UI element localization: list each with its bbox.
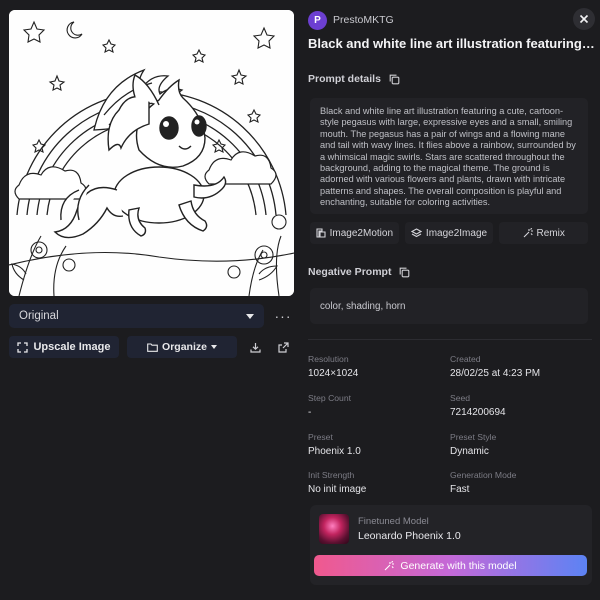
step-count-key: Step Count bbox=[308, 393, 351, 403]
version-select[interactable]: Original bbox=[9, 304, 264, 328]
chevron-down-icon bbox=[210, 345, 217, 349]
preset-field: Preset Phoenix 1.0 bbox=[308, 432, 448, 457]
copy-icon[interactable] bbox=[389, 74, 400, 85]
more-horizontal-icon: ··· bbox=[274, 308, 292, 324]
prompt-actions: Image2Motion Image2Image Remix bbox=[310, 222, 589, 244]
page-title: Black and white line art illustration fe… bbox=[308, 36, 596, 51]
preset-key: Preset bbox=[308, 432, 333, 442]
external-link-icon bbox=[277, 341, 289, 353]
seed-field: Seed 7214200694 bbox=[450, 393, 590, 418]
resolution-key: Resolution bbox=[308, 354, 349, 364]
image-panel: Original ··· Upscale Image Organize bbox=[0, 0, 300, 600]
model-thumbnail bbox=[319, 514, 349, 544]
resolution-field: Resolution 1024×1024 bbox=[308, 354, 448, 379]
organize-label: Organize bbox=[162, 341, 207, 353]
open-external-button[interactable] bbox=[273, 337, 293, 357]
model-kicker: Finetuned Model bbox=[358, 516, 429, 527]
close-button[interactable] bbox=[573, 8, 595, 30]
version-select-value: Original bbox=[19, 310, 59, 322]
negative-prompt-heading: Negative Prompt bbox=[308, 266, 410, 278]
upscale-image-label: Upscale Image bbox=[33, 341, 111, 353]
preset-style-key: Preset Style bbox=[450, 432, 497, 442]
preset-style-value: Dynamic bbox=[450, 446, 489, 457]
seed-key: Seed bbox=[450, 393, 471, 403]
upscale-icon bbox=[17, 341, 29, 353]
prompt-text-box: Black and white line art illustration fe… bbox=[310, 98, 588, 214]
init-strength-key: Init Strength bbox=[308, 470, 355, 480]
generated-image[interactable] bbox=[9, 10, 294, 296]
folder-icon bbox=[147, 342, 158, 352]
layers-icon bbox=[410, 228, 422, 238]
created-field: Created 28/02/25 at 4:23 PM bbox=[450, 354, 590, 379]
pegasus-line-art bbox=[9, 10, 294, 296]
resolution-value: 1024×1024 bbox=[308, 368, 359, 379]
prompt-details-heading: Prompt details bbox=[308, 73, 400, 85]
magic-wand-icon bbox=[523, 228, 533, 238]
seed-value: 7214200694 bbox=[450, 407, 506, 418]
magic-wand-icon bbox=[385, 560, 395, 570]
upscale-image-button[interactable]: Upscale Image bbox=[9, 336, 119, 358]
download-button[interactable] bbox=[245, 337, 265, 357]
preset-style-field: Preset Style Dynamic bbox=[450, 432, 590, 457]
generation-mode-field: Generation Mode Fast bbox=[450, 470, 590, 495]
close-icon bbox=[579, 14, 589, 24]
model-name[interactable]: Leonardo Phoenix 1.0 bbox=[358, 530, 461, 542]
chevron-down-icon bbox=[246, 313, 254, 319]
motion-icon bbox=[316, 228, 326, 238]
image2motion-label: Image2Motion bbox=[329, 227, 394, 239]
avatar[interactable]: P bbox=[308, 11, 327, 30]
preset-value: Phoenix 1.0 bbox=[308, 446, 361, 457]
divider bbox=[308, 339, 592, 340]
generate-with-model-label: Generate with this model bbox=[400, 559, 517, 572]
generation-mode-key: Generation Mode bbox=[450, 470, 517, 480]
prompt-details-label: Prompt details bbox=[308, 73, 381, 85]
finetuned-model-card: Finetuned Model Leonardo Phoenix 1.0 Gen… bbox=[310, 505, 592, 585]
copy-icon[interactable] bbox=[399, 267, 410, 278]
init-strength-value: No init image bbox=[308, 484, 367, 495]
init-strength-field: Init Strength No init image bbox=[308, 470, 448, 495]
negative-prompt-box: color, shading, horn bbox=[310, 288, 588, 324]
image2motion-button[interactable]: Image2Motion bbox=[310, 222, 399, 244]
generation-mode-value: Fast bbox=[450, 484, 470, 495]
remix-button[interactable]: Remix bbox=[499, 222, 589, 244]
generate-with-model-button[interactable]: Generate with this model bbox=[314, 555, 587, 576]
created-value: 28/02/25 at 4:23 PM bbox=[450, 368, 541, 379]
created-key: Created bbox=[450, 354, 481, 364]
organize-button[interactable]: Organize bbox=[127, 336, 237, 358]
step-count-value: - bbox=[308, 407, 312, 418]
more-options-button[interactable]: ··· bbox=[272, 304, 294, 328]
download-icon bbox=[249, 342, 261, 353]
negative-prompt-label: Negative Prompt bbox=[308, 266, 392, 278]
step-count-field: Step Count - bbox=[308, 393, 448, 418]
image2image-button[interactable]: Image2Image bbox=[404, 222, 494, 244]
image2image-label: Image2Image bbox=[425, 227, 488, 239]
remix-label: Remix bbox=[536, 227, 565, 239]
username-link[interactable]: PrestoMKTG bbox=[333, 14, 394, 26]
